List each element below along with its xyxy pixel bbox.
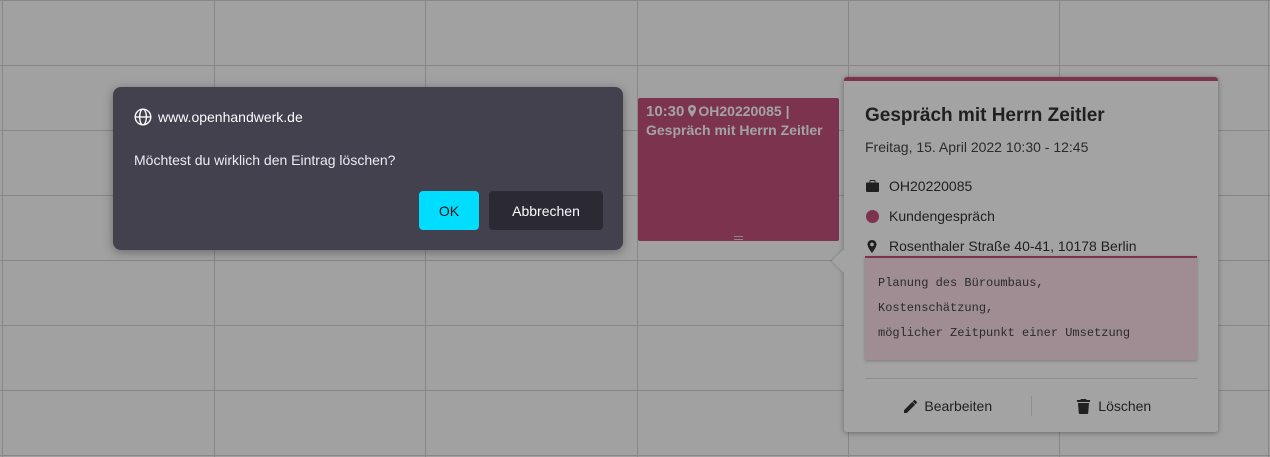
cancel-button[interactable]: Abbrechen xyxy=(489,191,603,230)
globe-icon xyxy=(134,108,152,126)
dialog-origin-text: www.openhandwerk.de xyxy=(158,109,303,125)
confirm-dialog: www.openhandwerk.de Möchtest du wirklich… xyxy=(113,87,623,250)
ok-button[interactable]: OK xyxy=(419,191,479,230)
dialog-origin: www.openhandwerk.de xyxy=(134,108,303,126)
dialog-message: Möchtest du wirklich den Eintrag löschen… xyxy=(134,152,396,168)
